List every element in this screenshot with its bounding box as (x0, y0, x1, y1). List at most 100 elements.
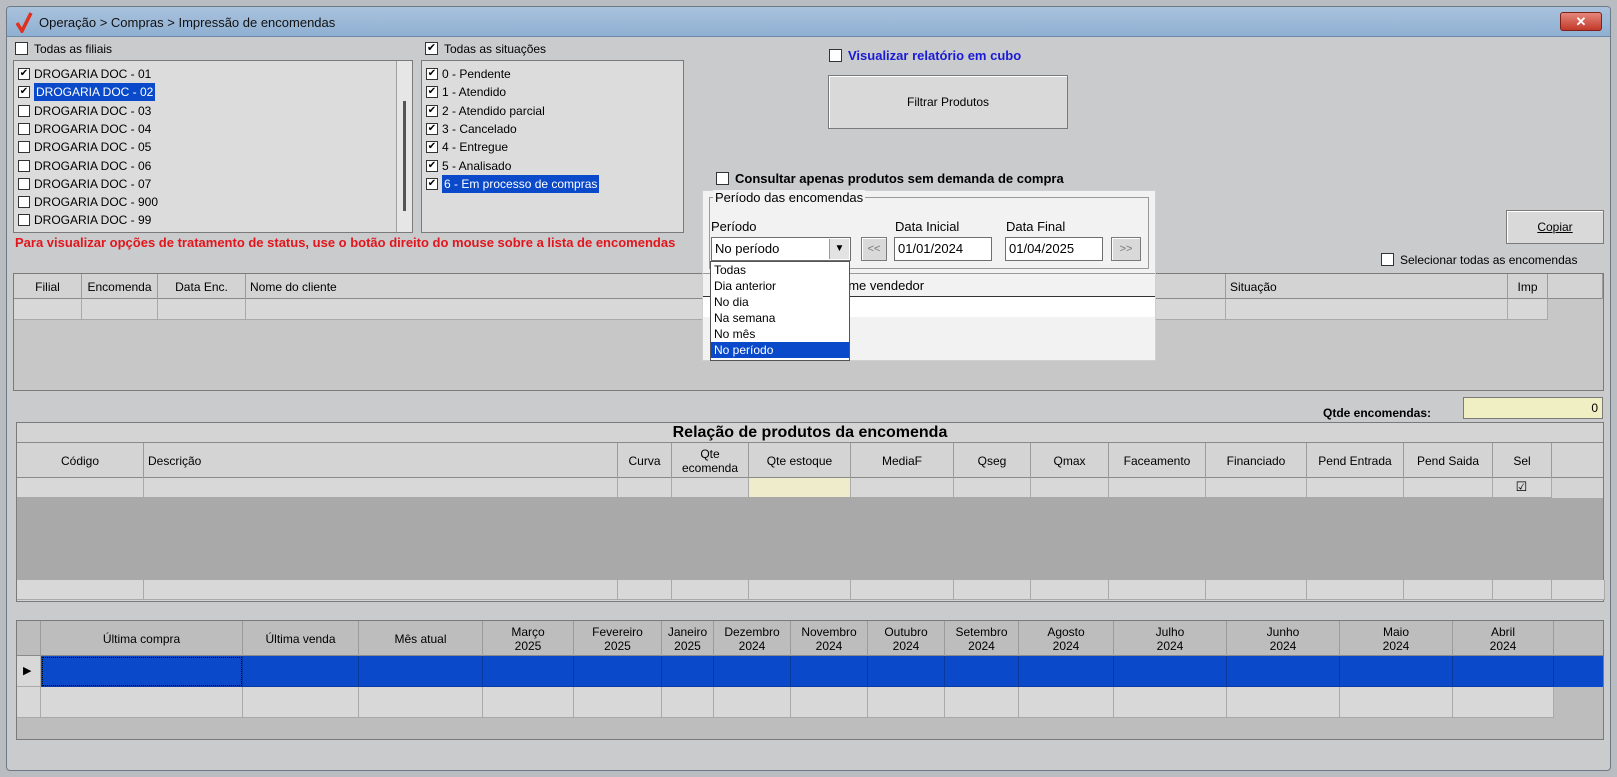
periodo-option[interactable]: Todas (711, 262, 849, 278)
filtrar-produtos-button[interactable]: Filtrar Produtos (828, 75, 1068, 129)
grid-cell[interactable] (954, 478, 1031, 498)
grid-cell[interactable] (1227, 656, 1340, 687)
table-row[interactable]: ▶ (17, 656, 1603, 687)
list-item[interactable]: DROGARIA DOC - 900 (16, 193, 410, 211)
grid-cell[interactable] (1340, 656, 1453, 687)
situacao-checkbox[interactable]: ✔ (426, 177, 438, 190)
filial-checkbox[interactable] (18, 177, 30, 190)
cubo-checkbox[interactable] (829, 49, 842, 62)
data-final-field[interactable]: 01/04/2025 (1005, 237, 1103, 261)
grid-cell[interactable]: ☑ (1493, 478, 1552, 498)
grid-cell[interactable] (574, 687, 662, 718)
todas-filiais-checkbox[interactable] (15, 42, 28, 55)
situacao-checkbox[interactable]: ✔ (426, 86, 438, 99)
grid-cell[interactable] (246, 299, 726, 320)
grid-cell[interactable] (243, 687, 359, 718)
periodo-select[interactable]: No período ▼ (711, 237, 851, 261)
grid-cell[interactable] (82, 299, 158, 320)
grid-cell[interactable] (1114, 656, 1227, 687)
grid-cell[interactable] (672, 478, 749, 498)
situacao-checkbox[interactable]: ✔ (426, 68, 438, 80)
filial-checkbox[interactable]: ✔ (18, 68, 30, 80)
grid-cell[interactable] (714, 687, 791, 718)
list-item[interactable]: DROGARIA DOC - 06 (16, 157, 410, 175)
grid-cell[interactable] (359, 656, 483, 687)
grid-cell[interactable] (1019, 687, 1114, 718)
produtos-grid[interactable]: Relação de produtos da encomenda Código D… (16, 422, 1605, 602)
situacao-checkbox[interactable]: ✔ (426, 159, 438, 172)
grid-cell[interactable] (243, 656, 359, 687)
grid-cell[interactable] (1031, 478, 1109, 498)
filial-checkbox[interactable] (18, 196, 30, 209)
grid-cell[interactable] (574, 656, 662, 687)
grid-cell[interactable] (41, 656, 243, 687)
filial-checkbox[interactable] (18, 141, 30, 154)
grid-cell[interactable] (144, 478, 618, 498)
grid-cell[interactable] (1206, 478, 1307, 498)
grid-cell[interactable] (791, 656, 868, 687)
situacoes-list[interactable]: ✔ 0 - Pendente ✔ 1 - Atendido ✔ 2 - Atendido … (421, 60, 684, 233)
filial-checkbox[interactable]: ✔ (18, 86, 30, 99)
grid-cell[interactable] (945, 687, 1019, 718)
grid-cell[interactable] (851, 478, 954, 498)
grid-cell[interactable] (359, 687, 483, 718)
grid-cell[interactable] (791, 687, 868, 718)
grid-cell[interactable] (868, 687, 945, 718)
filiais-list[interactable]: ✔ DROGARIA DOC - 01 ✔ DROGARIA DOC - 02 DROG… (13, 60, 413, 233)
grid-cell[interactable] (945, 656, 1019, 687)
grid-cell[interactable] (662, 687, 714, 718)
sem-demanda-checkbox[interactable] (716, 172, 729, 185)
grid-cell[interactable] (1453, 656, 1554, 687)
list-item[interactable]: ✔ DROGARIA DOC - 01 (16, 65, 410, 83)
copiar-button[interactable]: Copiar (1506, 210, 1604, 244)
grid-cell[interactable] (868, 656, 945, 687)
grid-cell[interactable] (714, 656, 791, 687)
grid-cell[interactable] (1226, 299, 1508, 320)
grid-cell[interactable] (17, 478, 144, 498)
table-row[interactable]: ☑ (17, 478, 1603, 498)
situacao-checkbox[interactable]: ✔ (426, 122, 438, 135)
table-row[interactable] (17, 687, 1603, 718)
todas-situacoes-checkbox[interactable]: ✔ (425, 42, 438, 55)
list-item[interactable]: DROGARIA DOC - 99 (16, 211, 410, 229)
periodo-option[interactable]: Na semana (711, 310, 849, 326)
grid-cell[interactable] (1508, 299, 1548, 320)
periodo-option[interactable]: No dia (711, 294, 849, 310)
list-item[interactable]: ✔ 4 - Entregue (424, 138, 681, 156)
grid-cell[interactable] (41, 687, 243, 718)
grid-cell[interactable] (749, 478, 851, 498)
filial-checkbox[interactable] (18, 122, 30, 135)
grid-cell[interactable] (17, 687, 41, 718)
next-period-button[interactable]: >> (1111, 237, 1141, 261)
list-item[interactable]: DROGARIA DOC - 03 (16, 102, 410, 120)
grid-cell[interactable] (483, 687, 574, 718)
chevron-down-icon[interactable]: ▼ (829, 239, 849, 259)
selecionar-todas-checkbox[interactable] (1381, 253, 1394, 266)
prev-period-button[interactable]: << (861, 237, 887, 261)
list-item[interactable]: ✔ 6 - Em processo de compras (424, 174, 681, 193)
periodo-option[interactable]: No mês (711, 326, 849, 342)
grid-cell[interactable] (158, 299, 246, 320)
situacao-checkbox[interactable]: ✔ (426, 104, 438, 117)
periodo-option[interactable]: No período (711, 342, 849, 358)
grid-cell[interactable] (662, 656, 714, 687)
grid-cell[interactable] (1340, 687, 1453, 718)
close-button[interactable]: ✕ (1560, 12, 1602, 31)
grid-cell[interactable] (1019, 656, 1114, 687)
grid-cell[interactable] (1307, 478, 1404, 498)
grid-cell[interactable] (618, 478, 672, 498)
filial-checkbox[interactable] (18, 104, 30, 117)
list-item[interactable]: ✔ 5 - Analisado (424, 157, 681, 175)
list-item[interactable]: ✔ 3 - Cancelado (424, 120, 681, 138)
situacao-checkbox[interactable]: ✔ (426, 141, 438, 154)
list-item[interactable]: DROGARIA DOC - 05 (16, 138, 410, 156)
sel-checkbox[interactable]: ☑ (1515, 480, 1528, 494)
list-item[interactable]: DROGARIA DOC - 04 (16, 120, 410, 138)
grid-cell[interactable] (1404, 478, 1493, 498)
grid-cell[interactable] (1109, 478, 1206, 498)
grid-cell[interactable] (1227, 687, 1340, 718)
data-inicial-field[interactable]: 01/01/2024 (894, 237, 992, 261)
list-item[interactable]: ✔ 2 - Atendido parcial (424, 102, 681, 120)
grid-cell[interactable] (1453, 687, 1554, 718)
grid-cell[interactable] (1114, 687, 1227, 718)
